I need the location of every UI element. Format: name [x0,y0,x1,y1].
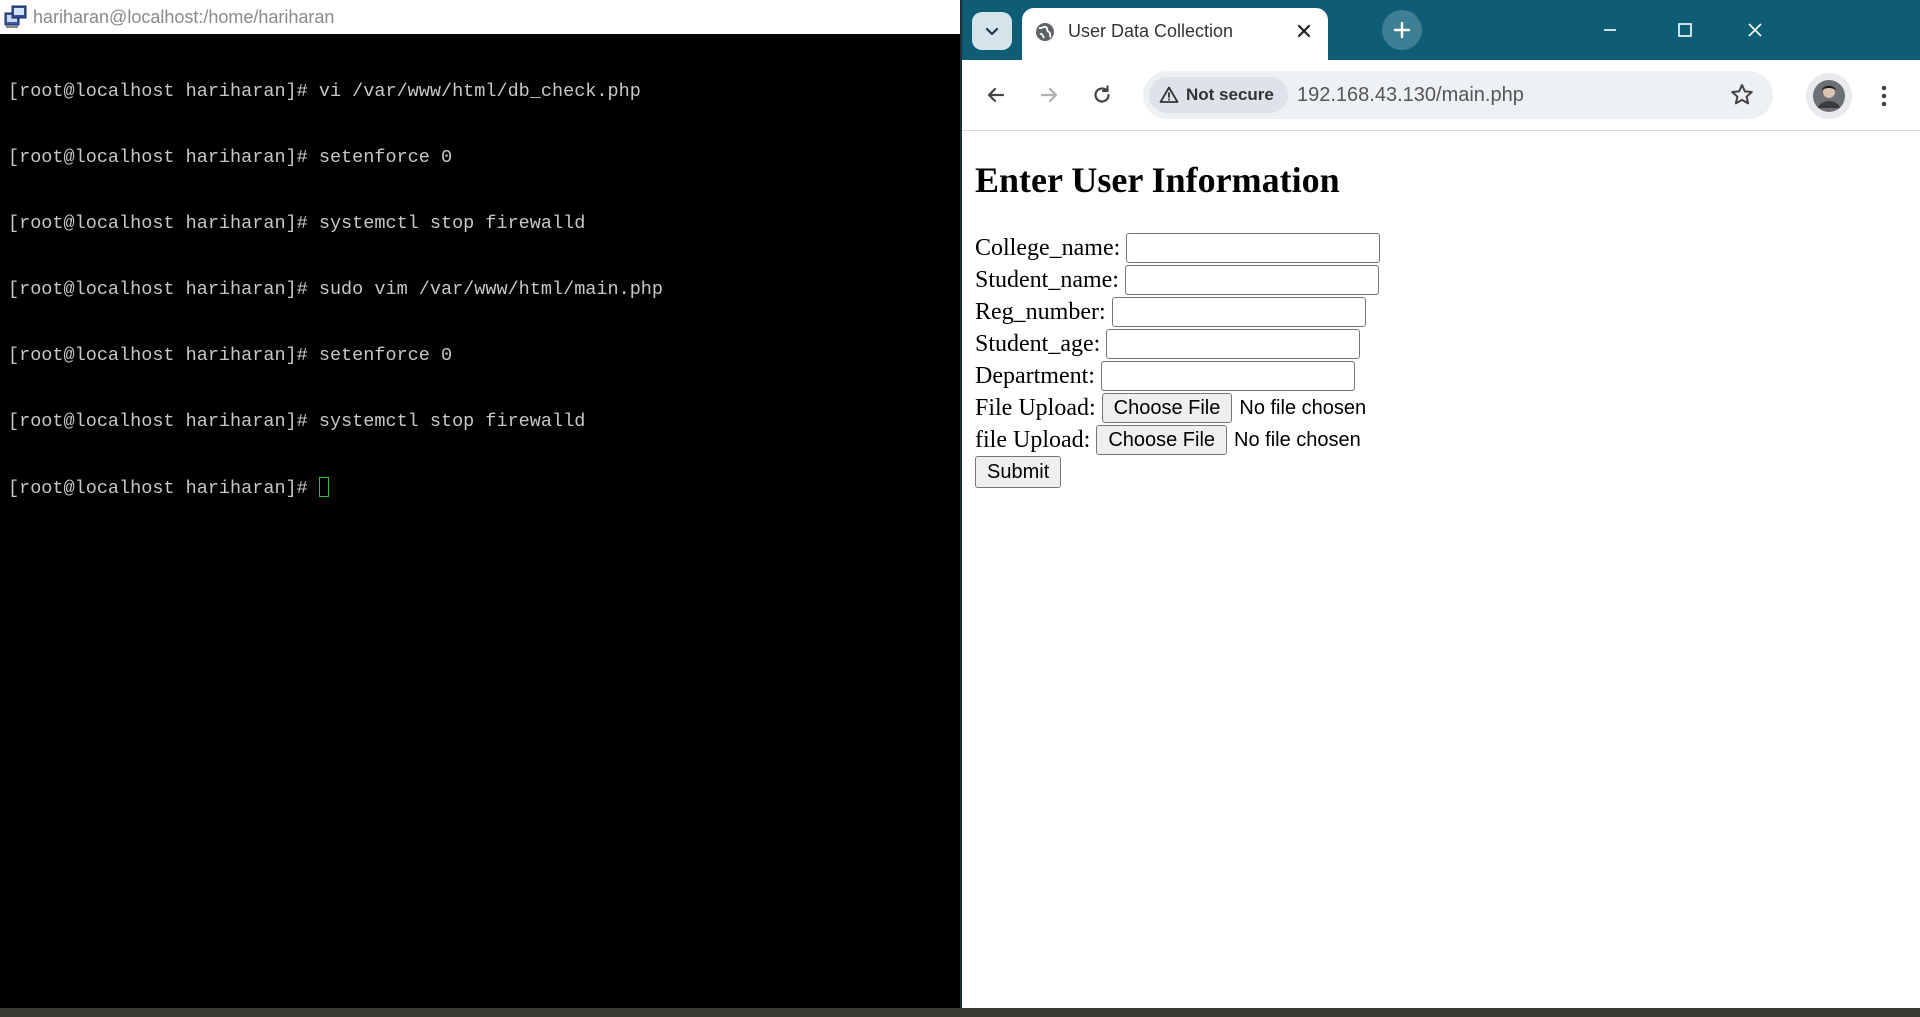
warning-icon [1159,86,1179,103]
field-label: Student_age: [975,330,1101,357]
terminal-prompt-line[interactable]: [root@localhost hariharan]# [8,477,960,499]
globe-icon [1036,23,1054,41]
field-label: Department: [975,362,1095,389]
student-name-input[interactable] [1124,265,1379,295]
terminal-line: [root@localhost hariharan]# sudo vim /va… [8,279,664,300]
window-close-button[interactable] [1732,10,1778,50]
department-input[interactable] [1100,361,1355,391]
window-close-icon [1748,23,1762,37]
college-name-input[interactable] [1126,233,1381,263]
security-indicator[interactable]: Not secure [1149,77,1288,113]
browser-toolbar: Not secure 192.168.43.130/main.php [962,60,1920,131]
avatar-image [1813,80,1845,112]
college-name-row: College_name: [975,232,1381,264]
tab-strip[interactable]: User Data Collection [962,0,1920,60]
back-button[interactable] [978,77,1014,113]
terminal-output[interactable]: [root@localhost hariharan]# vi /var/www/… [8,37,960,543]
terminal-prompt: [root@localhost hariharan]# [8,478,319,499]
field-label: file Upload: [975,426,1091,453]
plus-icon [1393,21,1411,39]
maximize-icon [1678,23,1692,37]
file-status: No file chosen [1234,428,1361,451]
browser-window[interactable]: User Data Collection Not secure 192.168.… [960,0,1920,1008]
url-text[interactable]: 192.168.43.130/main.php [1297,84,1524,107]
student-age-row: Student_age: [975,328,1361,360]
student-age-input[interactable] [1106,329,1361,359]
tab-title: User Data Collection [1068,21,1234,41]
tab-search-button[interactable] [972,12,1012,50]
back-icon [987,87,1005,103]
reg-number-row: Reg_number: [975,296,1366,328]
taskbar-edge [0,1008,1920,1017]
reg-number-input[interactable] [1111,297,1366,327]
field-label: File Upload: [975,394,1096,421]
tab-user-data-collection[interactable]: User Data Collection [1022,8,1328,60]
field-label: Reg_number: [975,298,1106,325]
terminal-app-icon [4,5,27,28]
file-upload-row: File Upload: Choose File No file chosen [975,392,1366,424]
terminal-titlebar[interactable]: hariharan@localhost:/home/hariharan [0,0,960,34]
submit-button[interactable]: Submit [975,456,1062,488]
file-status: No file chosen [1239,396,1367,419]
terminal-line: [root@localhost hariharan]# vi /var/www/… [8,81,641,102]
terminal-line: [root@localhost hariharan]# setenforce 0 [8,147,453,168]
security-label: Not secure [1186,85,1274,104]
maximize-button[interactable] [1662,10,1708,50]
terminal-window[interactable]: hariharan@localhost:/home/hariharan [roo… [0,0,960,1010]
terminal-line: [root@localhost hariharan]# systemctl st… [8,213,586,234]
terminal-line: [root@localhost hariharan]# systemctl st… [8,411,586,432]
forward-button[interactable] [1031,77,1067,113]
minimize-button[interactable] [1587,10,1633,50]
tab-search-icon [985,27,999,36]
forward-icon [1040,87,1058,103]
star-icon[interactable] [1729,82,1755,108]
avatar[interactable] [1806,73,1852,119]
choose-file-button-2[interactable]: Choose File [1096,425,1228,455]
file-upload-row-2: file Upload: Choose File No file chosen [975,424,1361,456]
terminal-title: hariharan@localhost:/home/hariharan [33,6,335,27]
terminal-cursor [318,477,329,497]
student-name-row: Student_name: [975,264,1379,296]
new-tab-button[interactable] [1382,10,1422,50]
choose-file-button[interactable]: Choose File [1101,393,1233,423]
kebab-menu-icon [1881,85,1887,107]
page-title: Enter User Information [975,160,1340,200]
browser-menu-button[interactable] [1872,78,1896,114]
reload-button[interactable] [1084,77,1120,113]
field-label: Student_name: [975,266,1119,293]
address-bar[interactable]: Not secure 192.168.43.130/main.php [1143,71,1773,119]
reload-icon [1094,85,1110,103]
field-label: College_name: [975,234,1121,261]
terminal-line: [root@localhost hariharan]# setenforce 0 [8,345,453,366]
department-row: Department: [975,360,1355,392]
close-icon[interactable] [1294,21,1314,41]
minimize-icon [1604,29,1616,31]
